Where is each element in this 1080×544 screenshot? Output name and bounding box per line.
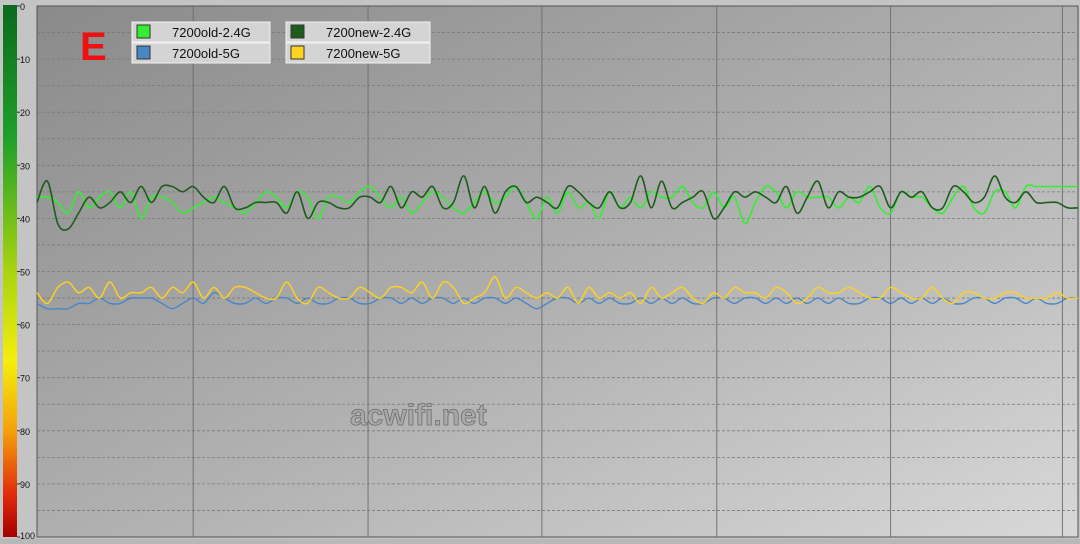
legend-swatch-new-5g (290, 45, 305, 60)
watermark: acwifi.net (350, 399, 487, 432)
y-tick-label: 100 (20, 531, 35, 539)
legend-label-old-24g: 7200old-2.4G (172, 25, 251, 40)
y-tick-label: 30 (20, 161, 30, 171)
corner-label: E (80, 25, 107, 69)
y-tick-label: 70 (20, 374, 30, 384)
y-tick-label: 40 (20, 214, 30, 224)
legend-swatch-old-24g (136, 24, 151, 39)
legend-label-new-5g: 7200new-5G (326, 46, 400, 61)
legend-label-new-24g: 7200new-2.4G (326, 25, 411, 40)
legend-label-old-5g: 7200old-5G (172, 46, 240, 61)
y-tick-label: 0 (20, 2, 25, 12)
signal-chart: 0 10 20 30 40 50 60 70 80 90 100 E 7200old-2.4G 72… (0, 0, 1080, 541)
color-scale-bar (3, 5, 17, 537)
legend-swatch-new-24g (290, 24, 305, 39)
y-tick-label: 20 (20, 108, 30, 118)
y-tick-label: 50 (20, 268, 30, 278)
y-tick-label: 80 (20, 427, 30, 437)
y-tick-label: 90 (20, 480, 30, 490)
y-tick-label: 60 (20, 321, 30, 331)
legend-swatch-old-5g (136, 45, 151, 60)
chart-canvas: 0 10 20 30 40 50 60 70 80 90 100 E 7200old-2.4G 72… (0, 0, 1080, 541)
y-tick-label: 10 (20, 55, 30, 65)
